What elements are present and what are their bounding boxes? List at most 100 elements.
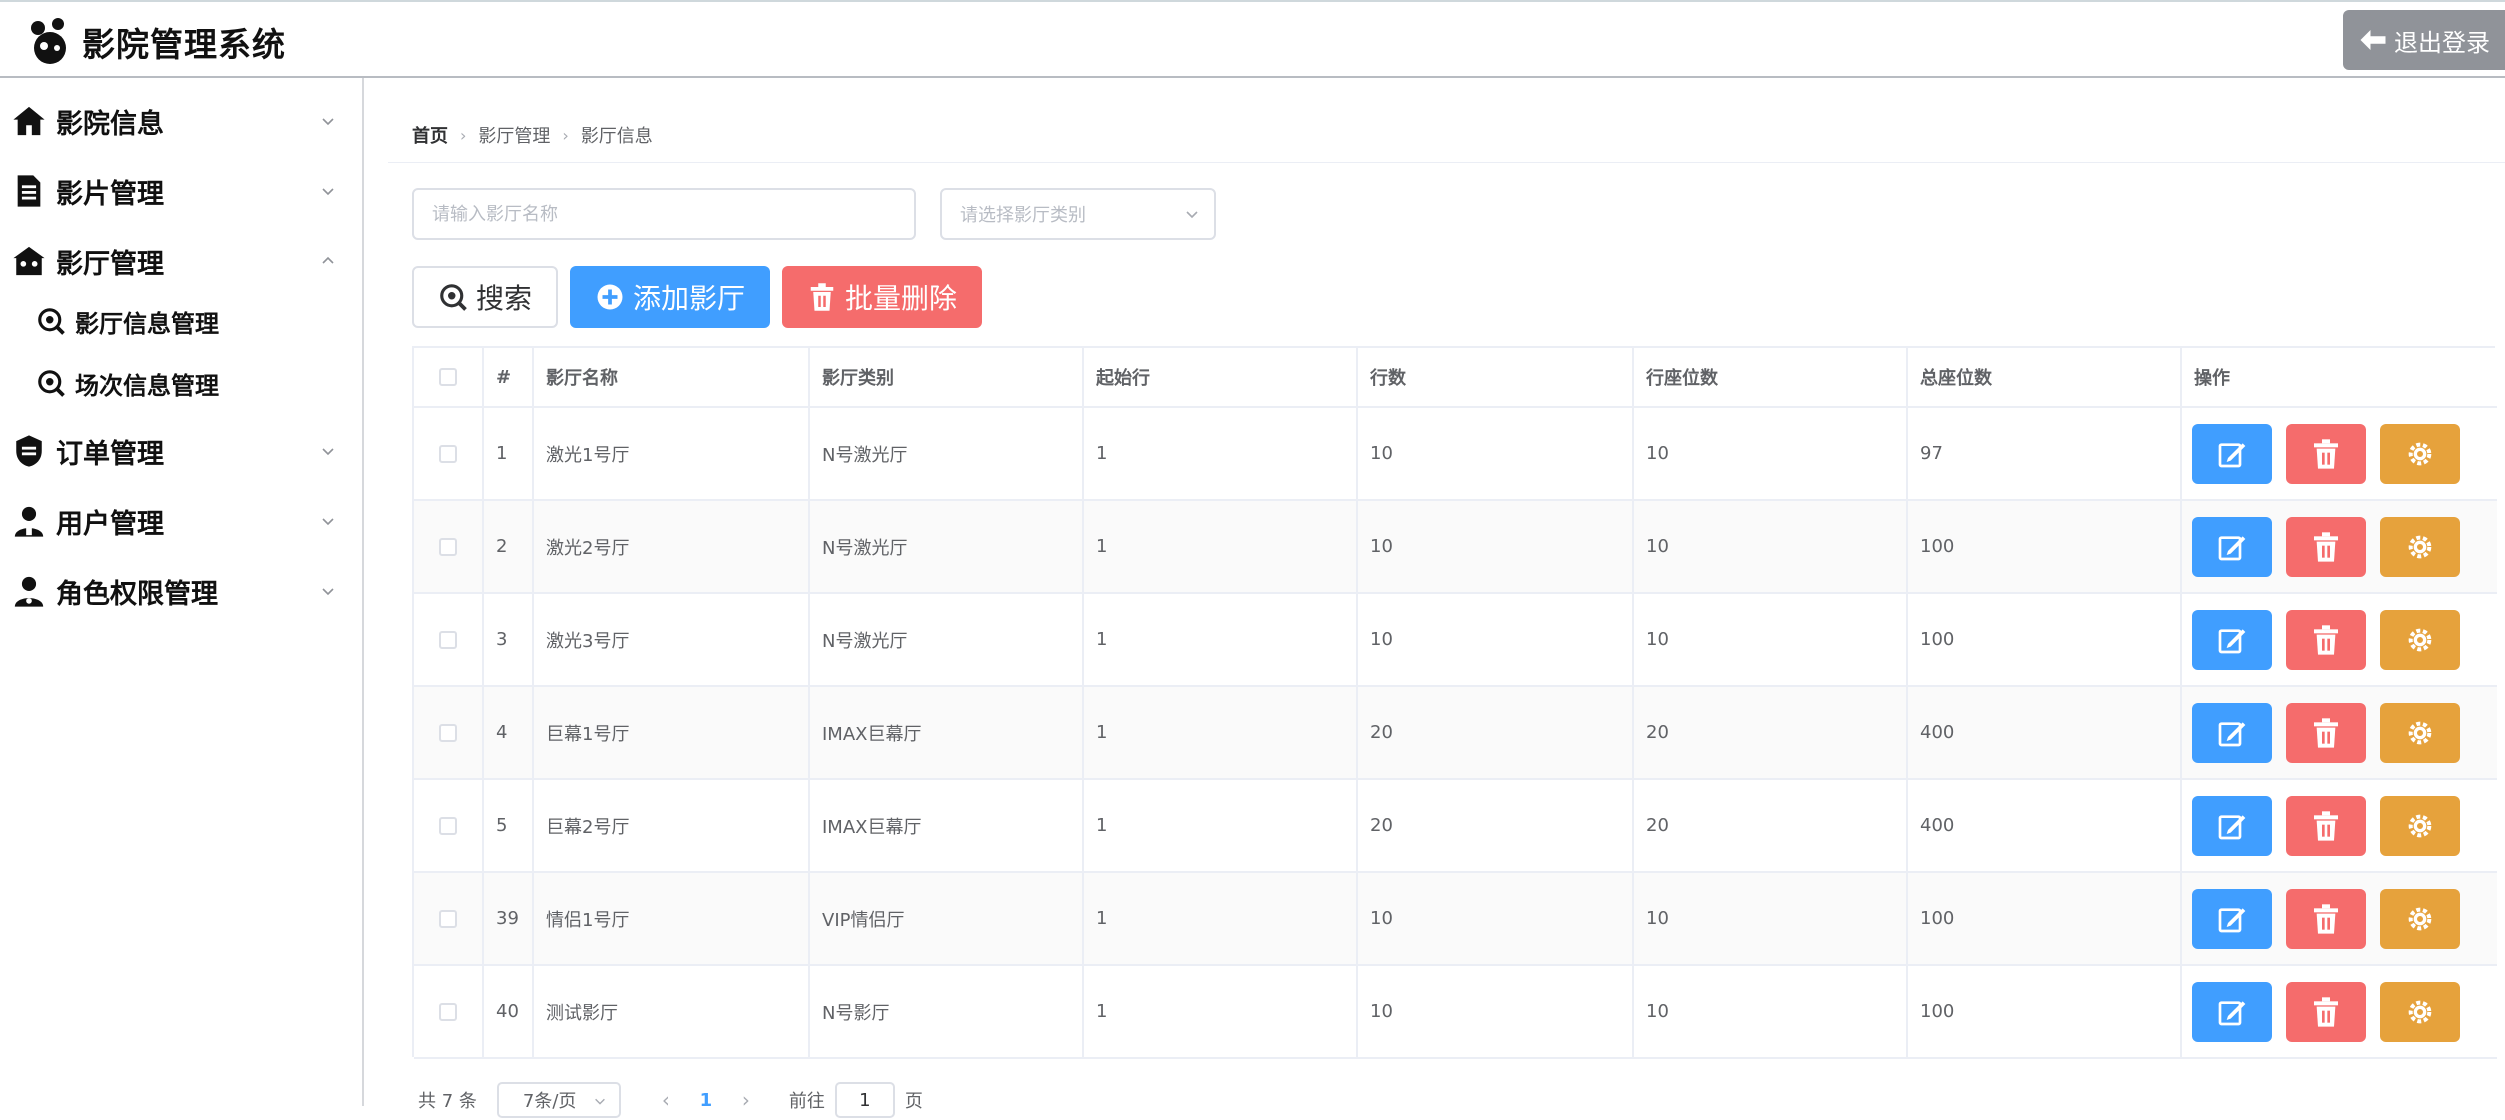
home-icon (13, 106, 45, 136)
cell-hall-type: N号激光厅 (810, 408, 1084, 499)
column-header-name: 影厅名称 (534, 348, 810, 406)
trash-icon (2314, 810, 2338, 841)
edit-button[interactable] (2192, 609, 2272, 670)
table-row[interactable]: 40 测试影厅 N号影厅 1 10 10 100 (414, 966, 2497, 1059)
page-size-select[interactable]: 7条/页 (496, 1082, 621, 1118)
table-row[interactable]: 1 激光1号厅 N号激光厅 1 10 10 97 (414, 408, 2497, 501)
settings-button[interactable] (2380, 423, 2460, 484)
cell-hall-name: 情侣1号厅 (534, 873, 810, 964)
cell-actions (2182, 780, 2497, 871)
table-row[interactable]: 3 激光3号厅 N号激光厅 1 10 10 100 (414, 594, 2497, 687)
column-header-type: 影厅类别 (810, 348, 1084, 406)
page-number-current[interactable]: 1 (681, 1090, 731, 1111)
sidebar-item-orders[interactable]: 订单管理 (0, 416, 362, 486)
table-row[interactable]: 4 巨幕1号厅 IMAX巨幕厅 1 20 20 400 (414, 687, 2497, 780)
sidebar-item-roles[interactable]: 角色权限管理 (0, 556, 362, 626)
row-checkbox[interactable] (439, 816, 457, 835)
row-checkbox[interactable] (439, 537, 457, 556)
edit-icon (2218, 535, 2246, 560)
sidebar-subitem-hall-info[interactable]: 影厅信息管理 (0, 290, 362, 352)
chevron-up-icon (322, 256, 334, 264)
sidebar-item-cinema-info[interactable]: 影院信息 (0, 86, 362, 156)
delete-button[interactable] (2286, 888, 2366, 949)
delete-button[interactable] (2286, 423, 2366, 484)
table-row[interactable]: 5 巨幕2号厅 IMAX巨幕厅 1 20 20 400 (414, 780, 2497, 873)
settings-button[interactable] (2380, 795, 2460, 856)
document-icon (17, 175, 41, 207)
user-icon (14, 506, 44, 537)
settings-button[interactable] (2380, 888, 2460, 949)
cell-hall-type: IMAX巨幕厅 (810, 780, 1084, 871)
cell-index: 4 (484, 687, 534, 778)
sidebar-subitem-showtimes[interactable]: 场次信息管理 (0, 352, 362, 414)
row-select-cell (414, 873, 484, 964)
row-checkbox[interactable] (439, 909, 457, 928)
breadcrumb: 首页 › 影厅管理 › 影厅信息 (412, 122, 653, 148)
prev-page-button[interactable]: ‹ (651, 1088, 681, 1112)
goto-page-input[interactable] (834, 1082, 895, 1118)
delete-button[interactable] (2286, 981, 2366, 1042)
table-row[interactable]: 2 激光2号厅 N号激光厅 1 10 10 100 (414, 501, 2497, 594)
trash-icon (810, 283, 834, 311)
cell-seats-per-row: 20 (1634, 780, 1908, 871)
delete-button[interactable] (2286, 516, 2366, 577)
goto-suffix: 页 (904, 1091, 923, 1112)
edit-icon (2218, 442, 2246, 467)
cell-actions (2182, 873, 2497, 964)
select-all-checkbox[interactable] (439, 368, 457, 386)
table-row[interactable]: 39 情侣1号厅 VIP情侣厅 1 10 10 100 (414, 873, 2497, 966)
next-page-button[interactable]: › (731, 1088, 761, 1112)
header-select-cell (414, 348, 484, 406)
gear-icon (2408, 442, 2432, 465)
edit-button[interactable] (2192, 981, 2272, 1042)
gear-icon (2408, 628, 2432, 651)
batch-delete-button[interactable]: 批量删除 (782, 266, 982, 328)
gear-icon (2408, 535, 2432, 558)
hall-table: # 影厅名称 影厅类别 起始行 行数 行座位数 总座位数 操作 1 激光1号厅 N号… (412, 346, 2497, 1059)
chevron-down-icon (322, 188, 334, 196)
sidebar-item-label: 用户管理 (56, 508, 164, 540)
row-select-cell (414, 594, 484, 685)
settings-button[interactable] (2380, 609, 2460, 670)
row-checkbox[interactable] (439, 444, 457, 463)
sidebar-item-halls[interactable]: 影厅管理 (0, 226, 362, 296)
cell-rows: 10 (1358, 966, 1634, 1057)
logout-button[interactable]: 退出登录 (2343, 10, 2505, 70)
settings-button[interactable] (2380, 516, 2460, 577)
sidebar-item-movies[interactable]: 影片管理 (0, 156, 362, 226)
cell-hall-type: N号激光厅 (810, 594, 1084, 685)
cell-index: 40 (484, 966, 534, 1057)
hall-name-search-input[interactable] (412, 188, 916, 240)
cell-rows: 10 (1358, 594, 1634, 685)
row-select-cell (414, 780, 484, 871)
cell-actions (2182, 687, 2497, 778)
settings-button[interactable] (2380, 702, 2460, 763)
hall-type-select[interactable]: 请选择影厅类别 (940, 188, 1216, 240)
delete-button[interactable] (2286, 795, 2366, 856)
edit-button[interactable] (2192, 702, 2272, 763)
cell-actions (2182, 501, 2497, 592)
edit-button[interactable] (2192, 423, 2272, 484)
shield-icon (16, 435, 42, 467)
row-checkbox[interactable] (439, 1002, 457, 1021)
add-hall-button[interactable]: 添加影厅 (570, 266, 770, 328)
column-header-start-row: 起始行 (1084, 348, 1358, 406)
breadcrumb-home[interactable]: 首页 (412, 122, 448, 148)
row-checkbox[interactable] (439, 723, 457, 742)
cinema-icon (13, 246, 45, 276)
row-select-cell (414, 687, 484, 778)
edit-button[interactable] (2192, 795, 2272, 856)
sidebar-item-label: 影片管理 (56, 178, 164, 210)
row-checkbox[interactable] (439, 630, 457, 649)
chevron-right-icon: › (562, 125, 569, 145)
delete-button[interactable] (2286, 609, 2366, 670)
cell-index: 2 (484, 501, 534, 592)
cell-hall-type: N号激光厅 (810, 501, 1084, 592)
settings-button[interactable] (2380, 981, 2460, 1042)
search-button[interactable]: 搜索 (412, 266, 558, 328)
cell-rows: 20 (1358, 780, 1634, 871)
delete-button[interactable] (2286, 702, 2366, 763)
edit-button[interactable] (2192, 516, 2272, 577)
edit-button[interactable] (2192, 888, 2272, 949)
sidebar-item-users[interactable]: 用户管理 (0, 486, 362, 556)
